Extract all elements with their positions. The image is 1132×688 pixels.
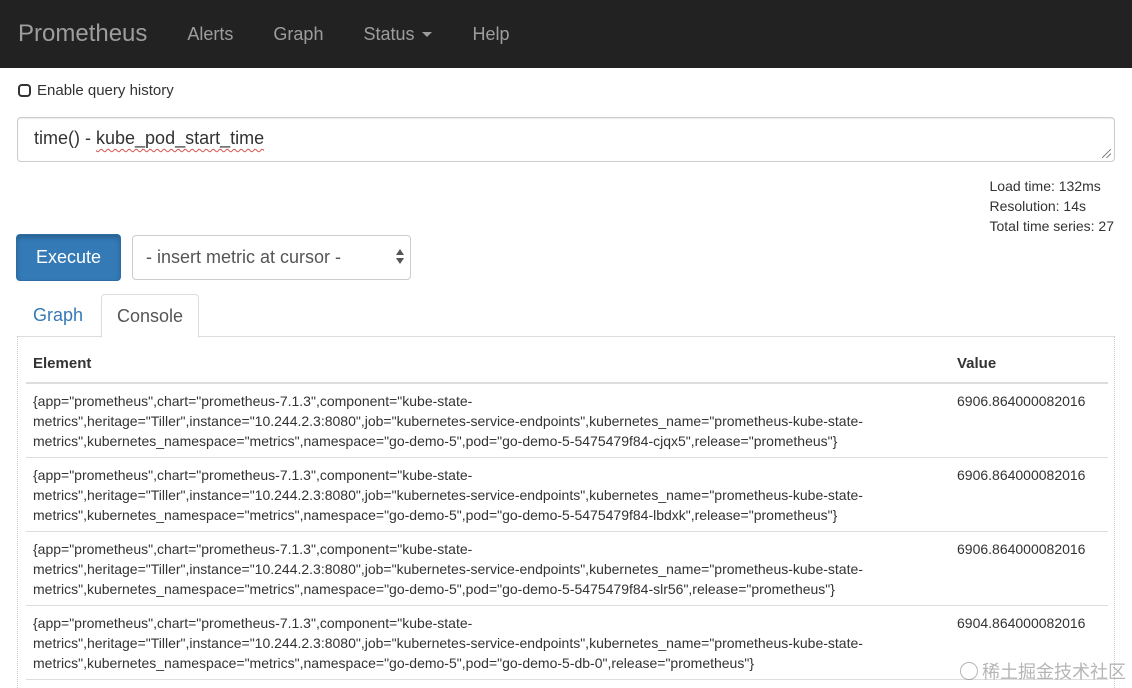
navbar: Prometheus Alerts Graph Status Help [0,0,1132,68]
table-row: {app="prometheus",chart="prometheus-7.1.… [26,458,1108,532]
query-stats: Load time: 132ms Resolution: 14s Total t… [990,176,1115,236]
element-line: {app="prometheus",chart="prometheus-7.1.… [33,541,473,557]
element-line: {app="prometheus",chart="prometheus-7.1.… [33,467,473,483]
execute-button[interactable]: Execute [16,234,121,281]
select-arrows-icon [396,249,404,264]
table-row: {app="prometheus",chart="prometheus-7.1.… [26,606,1108,680]
element-cell: {app="prometheus",chart="prometheus-7.1.… [26,391,948,457]
resize-handle-icon[interactable] [1102,149,1111,158]
element-cell: {app="prometheus",chart="prometheus-7.1.… [26,465,948,531]
watermark: 稀土掘金技术社区 [960,658,1126,684]
resolution: Resolution: 14s [989,198,1087,214]
query-history-label: Enable query history [37,82,174,99]
total-time-series: Total time series: 27 [989,218,1115,234]
element-line: metrics",kubernetes_namespace="metrics",… [33,581,835,597]
tab-bar: Graph Console [17,294,1115,338]
brand-link[interactable]: Prometheus [18,20,147,48]
watermark-logo-icon [960,662,978,680]
nav-status-dropdown[interactable]: Status [363,23,433,45]
watermark-text: 稀土掘金技术社区 [982,662,1126,682]
expression-input[interactable]: time() - kube_pod_start_time [17,117,1115,162]
value-cell: 6906.864000082016 [957,467,1086,483]
tab-console[interactable]: Console [101,294,199,338]
element-line: metrics",kubernetes_namespace="metrics",… [33,655,754,671]
tab-graph[interactable]: Graph [17,294,99,337]
table-row: {app="prometheus",chart="prometheus-7.1.… [26,384,1108,458]
load-time: Load time: 132ms [989,178,1101,194]
expression-prefix: time() - [34,128,96,148]
table-header: Element Value [26,336,1108,384]
element-line: {app="prometheus",chart="prometheus-7.1.… [33,615,473,631]
console-panel: Element Value {app="prometheus",chart="p… [17,336,1115,688]
caret-down-icon [422,31,433,37]
expression-metric: kube_pod_start_time [96,128,265,148]
insert-metric-select[interactable]: - insert metric at cursor - [132,235,411,280]
element-line: metrics",heritage="Tiller",instance="10.… [33,635,863,651]
nav-help[interactable]: Help [472,24,509,45]
table-row: {app="prometheus",chart="prometheus-7.1.… [26,532,1108,606]
element-line: metrics",kubernetes_namespace="metrics",… [33,507,838,523]
value-cell: 6906.864000082016 [957,541,1086,557]
nav-graph[interactable]: Graph [273,24,323,45]
column-header-element: Element [33,355,92,372]
element-line: metrics",heritage="Tiller",instance="10.… [33,413,863,429]
results-table: Element Value {app="prometheus",chart="p… [26,336,1108,680]
insert-metric-label: - insert metric at cursor - [146,247,342,267]
nav-alerts[interactable]: Alerts [187,24,233,45]
element-cell: {app="prometheus",chart="prometheus-7.1.… [26,613,948,679]
value-cell: 6906.864000082016 [957,393,1086,409]
element-line: metrics",heritage="Tiller",instance="10.… [33,561,863,577]
element-line: metrics",heritage="Tiller",instance="10.… [33,487,863,503]
element-cell: {app="prometheus",chart="prometheus-7.1.… [26,539,948,605]
element-line: metrics",kubernetes_namespace="metrics",… [33,433,838,449]
column-header-value: Value [957,355,997,372]
query-history-toggle[interactable]: Enable query history [18,82,174,99]
query-history-checkbox[interactable] [18,84,31,97]
element-line: {app="prometheus",chart="prometheus-7.1.… [33,393,473,409]
nav-status-label: Status [363,23,415,44]
